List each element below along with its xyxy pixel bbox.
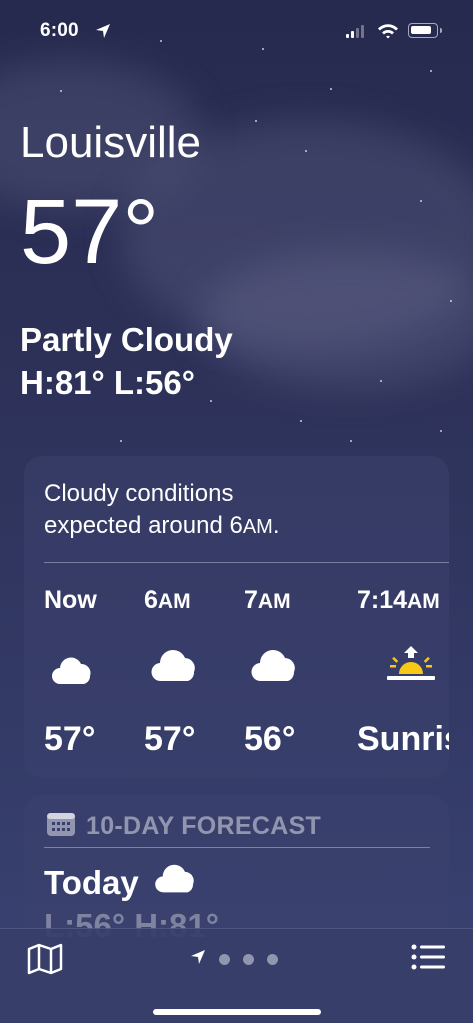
hour-column: 7:14AM Sunrise <box>357 586 449 758</box>
summary-line-1: Cloudy conditions <box>44 480 234 507</box>
hour-ampm: AM <box>157 590 191 613</box>
ten-day-forecast-card[interactable]: 10-DAY FORECAST Today L:56° H:81° <box>24 795 449 945</box>
page-dot[interactable] <box>219 954 230 965</box>
sunrise-icon <box>387 644 435 687</box>
page-dot[interactable] <box>267 954 278 965</box>
home-indicator[interactable] <box>153 1009 321 1015</box>
location-arrow-icon <box>95 23 111 44</box>
summary-period: . <box>272 512 280 539</box>
page-dot[interactable] <box>243 954 254 965</box>
hour-ampm: AM <box>407 590 440 613</box>
city-name: Louisville <box>20 118 201 167</box>
list-icon[interactable] <box>411 943 445 976</box>
cloud-icon <box>250 648 302 689</box>
forecast-day-label: Today <box>44 864 139 901</box>
divider <box>44 562 449 563</box>
high-low-temperature: H:81° L:56° <box>20 364 195 401</box>
hour-temperature: 56° <box>244 720 296 758</box>
status-bar: 6:00 <box>0 18 473 48</box>
hour-column: 6AM 57° <box>144 586 254 758</box>
map-icon[interactable] <box>27 943 63 980</box>
page-indicator[interactable] <box>190 949 278 970</box>
hour-column: 7AM 56° <box>244 586 354 758</box>
hour-label: 7:14 <box>357 586 408 614</box>
summary-line-2: expected around 6 <box>44 512 243 539</box>
hour-temperature: 57° <box>144 720 196 758</box>
current-condition: Partly Cloudy <box>20 321 233 358</box>
summary-ampm: AM <box>242 516 273 538</box>
hourly-forecast-card[interactable]: Cloudy conditions expected around 6AM. N… <box>24 456 449 778</box>
hour-ampm: AM <box>257 590 291 613</box>
hour-temperature: 57° <box>44 720 96 758</box>
divider <box>44 847 430 848</box>
calendar-icon <box>46 811 76 842</box>
cloud-icon <box>153 863 201 903</box>
hour-label: Now <box>44 586 97 614</box>
hour-label: 6 <box>144 586 158 614</box>
forecast-header-label: 10-DAY FORECAST <box>86 812 322 840</box>
hourly-summary: Cloudy conditions expected around 6AM. <box>44 478 424 543</box>
status-time: 6:00 <box>40 20 79 41</box>
cellular-signal-icon <box>346 25 364 38</box>
wifi-icon <box>377 23 399 44</box>
bottom-toolbar <box>0 928 473 1023</box>
current-temperature: 57° <box>20 181 160 283</box>
forecast-header: 10-DAY FORECAST <box>46 811 321 842</box>
cloud-icon <box>150 648 202 689</box>
battery-icon <box>408 23 442 38</box>
forecast-row-today[interactable]: Today <box>44 863 201 903</box>
partly-cloudy-night-icon <box>50 648 106 693</box>
location-arrow-icon <box>190 949 206 970</box>
hour-temperature: Sunrise <box>357 720 449 758</box>
hour-label: 7 <box>244 586 258 614</box>
hour-column: Now 57° <box>44 586 154 758</box>
